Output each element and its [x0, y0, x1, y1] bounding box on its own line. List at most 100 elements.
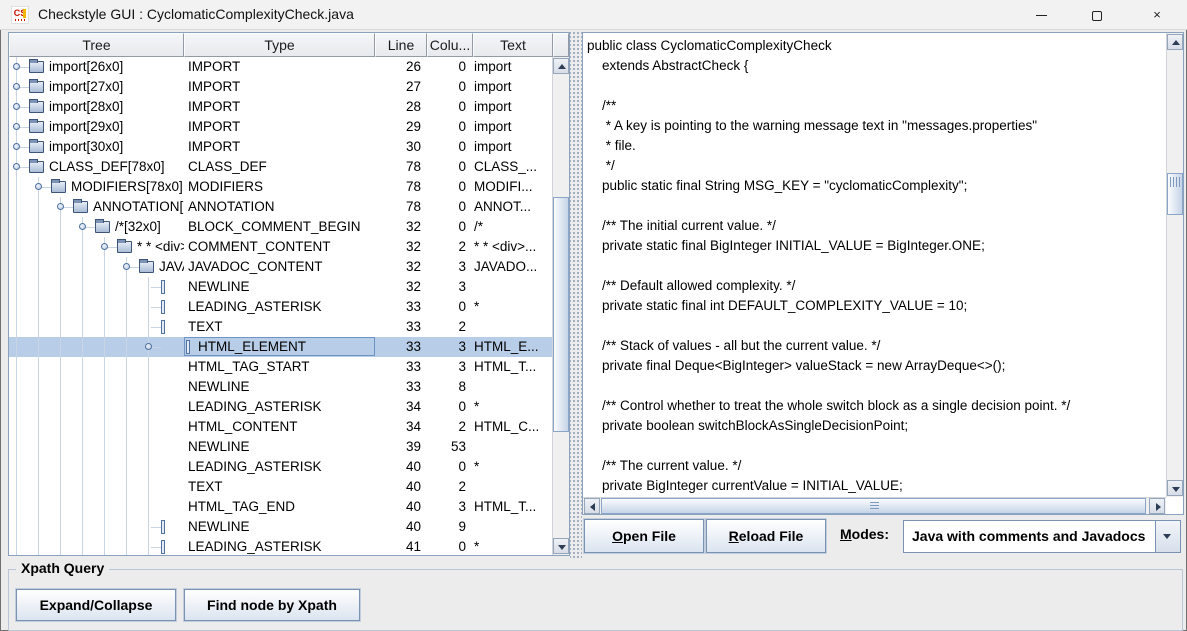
cell-column: 3 [427, 359, 466, 374]
tree-vertical-scrollbar[interactable] [552, 57, 569, 555]
checkstyle-gui-window: CS Checkstyle GUI : CyclomaticComplexity… [0, 0, 1187, 631]
tree-scrollbar-thumb[interactable] [553, 197, 569, 432]
cell-line: 32 [375, 219, 421, 234]
expand-collapse-button[interactable]: Expand/Collapse [16, 589, 176, 621]
tree-collapse-handle[interactable] [13, 163, 20, 170]
arrow-right-icon [1156, 503, 1161, 511]
column-header-line[interactable]: Line [375, 33, 427, 57]
tree-table-row[interactable]: JAVADOC_CONTENTJAVADOC_CONTENT323JAVADO.… [9, 257, 552, 277]
tree-expand-handle[interactable] [13, 143, 20, 150]
scroll-up-button[interactable] [553, 58, 569, 74]
cell-line: 32 [375, 279, 421, 294]
modes-combobox[interactable]: Java with comments and Javadocs [903, 520, 1181, 553]
code-scroll-left-button[interactable] [584, 498, 600, 514]
tree-table-row[interactable]: HTML_ELEMENT333HTML_E... [9, 337, 552, 357]
tree-table-row[interactable]: HTML_TAG_END403HTML_T... [9, 497, 552, 517]
tree-table-header: Tree Type Line Colu... Text [9, 33, 569, 57]
source-code-viewer[interactable]: public class CyclomaticComplexityCheck e… [582, 32, 1184, 515]
tree-table-row[interactable]: HTML_CONTENT342HTML_C... [9, 417, 552, 437]
cell-column: 0 [427, 399, 466, 414]
tree-node-label: /*[32x0] [115, 219, 161, 234]
tree-table-row[interactable]: * * <div>COMMENT_CONTENT322* * <div>... [9, 237, 552, 257]
cell-type: HTML_ELEMENT [198, 339, 373, 354]
code-hscrollbar-thumb[interactable] [601, 498, 1146, 514]
cell-text: HTML_T... [474, 359, 552, 374]
tree-table-row[interactable]: import[27x0]IMPORT270import [9, 77, 552, 97]
cell-line: 40 [375, 459, 421, 474]
code-horizontal-scrollbar[interactable] [583, 497, 1166, 514]
cell-line: 28 [375, 99, 421, 114]
tree-table-row[interactable]: import[30x0]IMPORT300import [9, 137, 552, 157]
tree-table-row[interactable]: HTML_TAG_START333HTML_T... [9, 357, 552, 377]
tree-table-row[interactable]: import[29x0]IMPORT290import [9, 117, 552, 137]
tree-table-row[interactable]: NEWLINE409 [9, 517, 552, 537]
tree-table-row[interactable]: NEWLINE338 [9, 377, 552, 397]
tree-collapse-handle[interactable] [145, 343, 152, 350]
tree-table-row[interactable]: LEADING_ASTERISK410* [9, 537, 552, 555]
cell-type: ANNOTATION [188, 199, 373, 214]
column-header-type[interactable]: Type [184, 33, 375, 57]
tree-node-label: import[26x0] [49, 59, 123, 74]
tree-table-row[interactable]: TEXT402 [9, 477, 552, 497]
cell-column: 53 [427, 439, 466, 454]
cell-text: JAVADO... [474, 259, 552, 274]
folder-icon [29, 161, 44, 173]
scroll-down-button[interactable] [553, 538, 569, 554]
split-pane-divider[interactable] [570, 30, 582, 558]
tree-collapse-handle[interactable] [101, 243, 108, 250]
tree-table-row[interactable]: /*[32x0]BLOCK_COMMENT_BEGIN320/* [9, 217, 552, 237]
tree-collapse-handle[interactable] [123, 263, 130, 270]
find-node-by-xpath-button[interactable]: Find node by Xpath [184, 589, 360, 621]
open-file-button[interactable]: Open File [584, 519, 704, 553]
cell-column: 0 [427, 159, 466, 174]
tree-table-row[interactable]: MODIFIERS[78x0]MODIFIERS780MODIFI... [9, 177, 552, 197]
tree-table-row[interactable]: import[26x0]IMPORT260import [9, 57, 552, 77]
column-header-tree[interactable]: Tree [9, 33, 184, 57]
close-button[interactable]: × [1135, 0, 1179, 30]
cell-column: 0 [427, 299, 466, 314]
tree-table-row[interactable]: LEADING_ASTERISK340* [9, 397, 552, 417]
tree-table-row[interactable]: LEADING_ASTERISK400* [9, 457, 552, 477]
tree-collapse-handle[interactable] [79, 223, 86, 230]
cell-type: LEADING_ASTERISK [188, 399, 373, 414]
source-panel: public class CyclomaticComplexityCheck e… [582, 32, 1184, 556]
tree-expand-handle[interactable] [13, 63, 20, 70]
tree-table-row[interactable]: import[28x0]IMPORT280import [9, 97, 552, 117]
tree-collapse-handle[interactable] [35, 183, 42, 190]
tree-table-row[interactable]: TEXT332 [9, 317, 552, 337]
code-scroll-down-button[interactable] [1167, 480, 1183, 496]
maximize-button[interactable] [1075, 0, 1119, 30]
reload-file-button[interactable]: Reload File [706, 519, 826, 553]
cell-line: 32 [375, 259, 421, 274]
combobox-arrow-button[interactable] [1155, 521, 1180, 552]
column-header-text[interactable]: Text [473, 33, 553, 57]
tree-table-row[interactable]: NEWLINE3953 [9, 437, 552, 457]
source-code-text[interactable]: public class CyclomaticComplexityCheck e… [587, 36, 1163, 496]
minimize-button[interactable] [1019, 0, 1063, 30]
tree-table-row[interactable]: NEWLINE323 [9, 277, 552, 297]
cell-text: import [474, 139, 552, 154]
column-header-column[interactable]: Colu... [427, 33, 473, 57]
tree-collapse-handle[interactable] [57, 203, 64, 210]
leaf-node-icon [161, 520, 165, 534]
cell-text: * [474, 299, 552, 314]
tree-expand-handle[interactable] [13, 83, 20, 90]
folder-icon [73, 201, 88, 213]
tree-expand-handle[interactable] [13, 103, 20, 110]
tree-table-row[interactable]: CLASS_DEF[78x0]CLASS_DEF780CLASS_... [9, 157, 552, 177]
cell-type: NEWLINE [188, 279, 373, 294]
cell-type: IMPORT [188, 119, 373, 134]
leaf-node-icon [161, 280, 165, 294]
tree-expand-handle[interactable] [13, 123, 20, 130]
tree-table-row[interactable]: ANNOTATION[78x0]ANNOTATION780ANNOT... [9, 197, 552, 217]
cell-type: HTML_TAG_START [188, 359, 373, 374]
code-scroll-up-button[interactable] [1167, 34, 1183, 50]
cell-text: * [474, 459, 552, 474]
tree-table-row[interactable]: LEADING_ASTERISK330* [9, 297, 552, 317]
xpath-group-title: Xpath Query [16, 560, 109, 576]
code-scrollbar-thumb[interactable] [1167, 173, 1183, 215]
cell-line: 40 [375, 499, 421, 514]
code-scroll-right-button[interactable] [1149, 498, 1165, 514]
arrow-left-icon [590, 503, 595, 511]
code-vertical-scrollbar[interactable] [1166, 33, 1183, 497]
